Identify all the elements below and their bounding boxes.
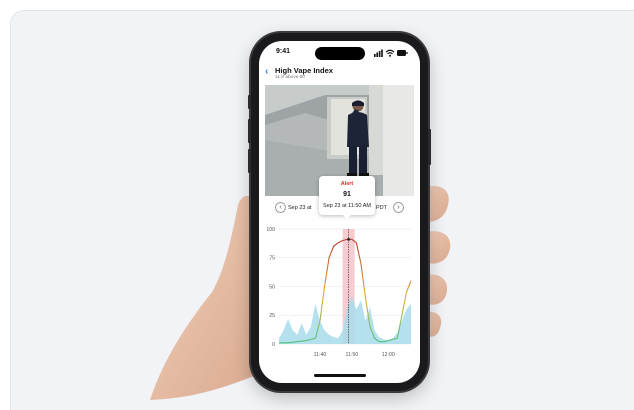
action-button bbox=[248, 95, 251, 109]
power-button bbox=[428, 129, 431, 165]
alert-tooltip: Alert 91 Sep 23 at 11:50 AM bbox=[319, 176, 375, 219]
y-tick-label: 0 bbox=[272, 342, 275, 348]
alert-marker-point bbox=[347, 237, 351, 241]
y-tick-label: 25 bbox=[269, 313, 275, 319]
back-chevron-icon[interactable]: ‹ bbox=[265, 66, 268, 77]
x-tick-label: 11:50 bbox=[346, 352, 359, 358]
phone-device: 9:41 ‹ High Vape Index 11.8 above 80 ‹ S… bbox=[248, 33, 431, 391]
wifi-icon bbox=[385, 49, 395, 57]
vape-index-chart[interactable]: 100 75 50 25 0 11:40 11:50 12:00 bbox=[259, 219, 420, 379]
status-time: 9:41 bbox=[276, 48, 291, 55]
y-tick-label: 50 bbox=[269, 284, 275, 290]
volume-up-button bbox=[248, 119, 251, 143]
volume-down-button bbox=[248, 149, 251, 173]
y-tick-label: 75 bbox=[269, 256, 275, 262]
home-indicator bbox=[314, 374, 366, 377]
tooltip-value: 91 bbox=[343, 191, 351, 198]
tooltip-time: Sep 23 at 11:50 AM bbox=[323, 203, 371, 209]
page-subtitle: 11.8 above 80 bbox=[275, 75, 306, 80]
phone-screen: 9:41 ‹ High Vape Index 11.8 above 80 ‹ S… bbox=[259, 41, 420, 383]
date-label: Sep 23 at bbox=[288, 205, 312, 211]
battery-icon bbox=[397, 50, 408, 56]
page-title: High Vape Index bbox=[275, 66, 333, 75]
timezone-label: PDT bbox=[376, 205, 387, 211]
dynamic-island bbox=[315, 47, 365, 60]
status-icons bbox=[374, 49, 408, 57]
next-event-button[interactable]: › bbox=[393, 202, 404, 213]
y-tick-label: 100 bbox=[266, 227, 275, 233]
tooltip-arrow bbox=[343, 215, 351, 219]
tooltip-title: Alert bbox=[340, 181, 354, 187]
previous-event-button[interactable]: ‹ bbox=[275, 202, 286, 213]
x-tick-label: 11:40 bbox=[314, 352, 327, 358]
x-tick-label: 12:00 bbox=[382, 352, 395, 358]
signal-icon bbox=[374, 49, 383, 57]
